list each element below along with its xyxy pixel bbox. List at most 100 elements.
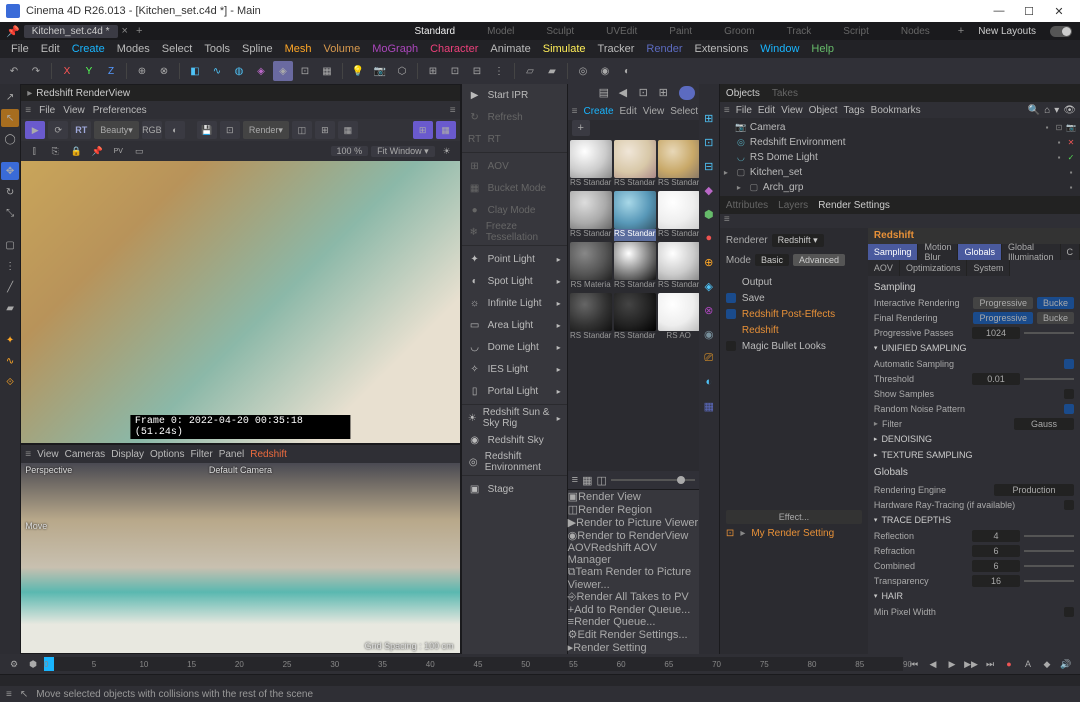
pin-icon[interactable]: 📌: [6, 25, 20, 38]
rmenu-infinite-light[interactable]: ☼Infinite Light: [462, 292, 567, 314]
layout-tab-standard[interactable]: Standard: [401, 26, 470, 37]
save-checkbox[interactable]: [726, 293, 736, 303]
pp-slider[interactable]: [1024, 332, 1074, 334]
hwrt-checkbox[interactable]: [1064, 500, 1074, 510]
rmenu-area-light[interactable]: ▭Area Light: [462, 314, 567, 336]
timeline-scrubber[interactable]: [0, 674, 1080, 686]
menu-mograph[interactable]: MoGraph: [367, 43, 423, 55]
renderview-tab[interactable]: ▸ Redshift RenderView: [21, 85, 459, 101]
lasso-icon[interactable]: ◯: [1, 130, 19, 148]
rv-menu-view[interactable]: View: [63, 105, 85, 116]
scale-tool-icon[interactable]: ⤡: [1, 204, 19, 222]
snap4-icon[interactable]: ⋮: [489, 61, 509, 81]
tab-gi[interactable]: Global Illumination: [1002, 244, 1061, 260]
layout-plus-icon[interactable]: +: [958, 25, 964, 37]
rv-bucket-icon[interactable]: ◫: [292, 121, 312, 139]
takes-tab[interactable]: Takes: [772, 88, 798, 99]
vp-menu-panel[interactable]: Panel: [219, 449, 245, 460]
workplane2-icon[interactable]: ▰: [542, 61, 562, 81]
renderview-image[interactable]: Frame 0: 2022-04-20 00:35:18 (51.24s): [21, 161, 459, 443]
select-tool-icon[interactable]: ↖: [1, 109, 19, 127]
menu-select[interactable]: Select: [157, 43, 198, 55]
rendmenu-render-region[interactable]: ◫Render Region: [568, 503, 699, 516]
filter-value[interactable]: Gauss: [1014, 418, 1074, 430]
renderer-dropdown[interactable]: Redshift ▾: [772, 234, 824, 247]
layout-tab-sculpt[interactable]: Sculpt: [532, 26, 588, 37]
vtool-0[interactable]: ⊞: [701, 110, 717, 126]
render-settings-tab[interactable]: Render Settings: [818, 196, 890, 214]
object-tag[interactable]: ▪: [1066, 168, 1076, 178]
point-mode-icon[interactable]: ⋮: [1, 257, 19, 275]
auto-checkbox[interactable]: [1064, 359, 1074, 369]
object-row[interactable]: ◡RS Dome Light▪✓: [724, 150, 1076, 165]
rmenu-freeze-tessellation[interactable]: ❄Freeze Tessellation: [462, 221, 567, 243]
vtool-10[interactable]: ⎚: [701, 350, 717, 366]
tl-rec-icon[interactable]: ●: [1001, 657, 1017, 671]
vtool-9[interactable]: ◉: [701, 326, 717, 342]
mat-view-grid-icon[interactable]: ▦: [582, 474, 592, 487]
fr-prog[interactable]: Progressive: [973, 312, 1033, 324]
vp-menu-view[interactable]: View: [37, 449, 59, 460]
vtool-2[interactable]: ⊟: [701, 158, 717, 174]
ir-prog[interactable]: Progressive: [973, 297, 1033, 309]
tl-gear-icon[interactable]: ⚙: [6, 657, 22, 671]
advanced-button[interactable]: Advanced: [793, 254, 845, 266]
tl-auto-icon[interactable]: A: [1020, 657, 1036, 671]
menu-animate[interactable]: Animate: [485, 43, 535, 55]
vtool-11[interactable]: ◐: [701, 374, 717, 390]
tl-sound-icon[interactable]: 🔊: [1058, 657, 1074, 671]
trans-slider[interactable]: [1024, 580, 1074, 582]
menu-extensions[interactable]: Extensions: [689, 43, 753, 55]
material-cell[interactable]: RS Standar: [614, 293, 656, 343]
menu-tracker[interactable]: Tracker: [593, 43, 640, 55]
rv-save-icon[interactable]: 💾: [197, 121, 217, 139]
freehand-icon[interactable]: ↗: [1, 88, 19, 106]
view2-icon[interactable]: ◉: [595, 61, 615, 81]
tool-b-icon[interactable]: ∿: [1, 352, 19, 370]
move-tool-icon[interactable]: ✥: [1, 162, 19, 180]
rv-settings-icon[interactable]: ⊞: [413, 121, 433, 139]
show-checkbox[interactable]: [1064, 389, 1074, 399]
pfx-checkbox[interactable]: [726, 309, 736, 319]
rv-ipr-icon[interactable]: ▶: [25, 121, 45, 139]
vtool-4[interactable]: ⬢: [701, 206, 717, 222]
rv-crop-icon[interactable]: ⊡: [220, 121, 240, 139]
object-tag[interactable]: 📷: [1066, 123, 1076, 133]
view3-icon[interactable]: ◐: [617, 61, 637, 81]
om-menu-edit[interactable]: Edit: [758, 105, 775, 116]
refr-value[interactable]: 6: [972, 545, 1020, 557]
light-icon[interactable]: 💡: [348, 61, 368, 81]
attributes-tab[interactable]: Attributes: [726, 196, 768, 214]
material-cell[interactable]: RS Standar: [614, 242, 656, 292]
object-row[interactable]: ◎Redshift Environment▪✕: [724, 135, 1076, 150]
mat-view-large-icon[interactable]: ◫: [596, 474, 606, 487]
rv-expand-icon[interactable]: ▭: [130, 143, 148, 159]
rmenu-dome-light[interactable]: ◡Dome Light: [462, 336, 567, 358]
rmenu-point-light[interactable]: ✦Point Light: [462, 248, 567, 270]
mat-view-list-icon[interactable]: ≡: [572, 474, 578, 486]
vtool-7[interactable]: ◈: [701, 278, 717, 294]
vp-menu-cameras[interactable]: Cameras: [65, 449, 106, 460]
material-cell[interactable]: RS Standar: [570, 191, 612, 241]
rmenu-redshift-sky[interactable]: ◉Redshift Sky: [462, 429, 567, 451]
trace-header[interactable]: TRACE DEPTHS: [874, 512, 1074, 528]
tl-end-icon[interactable]: ⏭: [982, 657, 998, 671]
minimize-button[interactable]: —: [984, 5, 1014, 17]
material-cell[interactable]: RS Standar: [658, 140, 699, 190]
objects-tab[interactable]: Objects: [726, 88, 760, 99]
axis-z[interactable]: Z: [101, 61, 121, 81]
om-search-icon[interactable]: 🔍: [1028, 105, 1040, 116]
menu-character[interactable]: Character: [425, 43, 483, 55]
timeline-ruler[interactable]: 051015202530354045505560657075808590: [44, 657, 903, 671]
snap2-icon[interactable]: ⊡: [445, 61, 465, 81]
tool-a-icon[interactable]: ✦: [1, 331, 19, 349]
rv-menu-file[interactable]: File: [39, 105, 55, 116]
object-row[interactable]: 📷Camera▪⊡📷: [724, 120, 1076, 135]
rv-ab-icon[interactable]: ⫿: [25, 143, 43, 159]
menu-window[interactable]: Window: [755, 43, 804, 55]
rendmenu-team-render-to-picture-viewer-[interactable]: ⧉Team Render to Picture Viewer...: [568, 566, 699, 591]
effect-button[interactable]: Effect...: [726, 510, 862, 524]
mysetting-label[interactable]: My Render Setting: [751, 528, 834, 539]
vp-menu-redshift[interactable]: Redshift: [250, 449, 287, 460]
layout-tab-nodes[interactable]: Nodes: [887, 26, 944, 37]
